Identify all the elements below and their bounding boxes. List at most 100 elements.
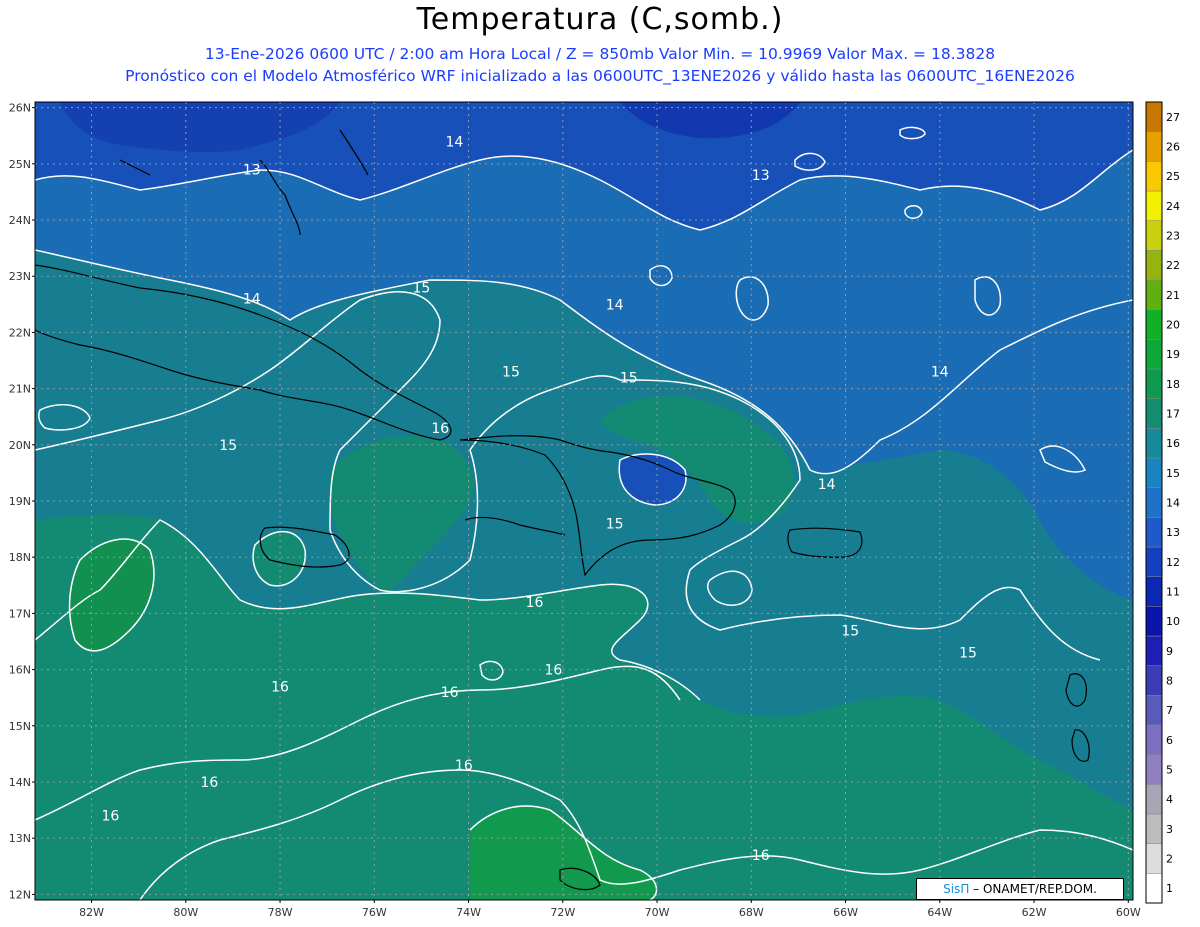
lat-label: 25N [9,158,31,171]
colorbar-label: 2 [1166,853,1173,866]
colorbar-label: 27 [1166,111,1180,124]
colorbar-label: 26 [1166,141,1180,154]
contour-label: 16 [200,775,218,791]
colorbar-label: 7 [1166,704,1173,717]
contour-label: 15 [502,365,520,381]
lat-label: 19N [9,495,31,508]
lon-label: 62W [1022,906,1047,919]
contour-label: 14 [606,297,624,313]
colorbar-label: 13 [1166,526,1180,539]
contour-label: 16 [101,809,119,825]
lon-label: 78W [268,906,293,919]
colorbar-label: 12 [1166,556,1180,569]
lon-label: 76W [362,906,387,919]
colorbar-cell [1145,190,1163,221]
colorbar-cell [1145,606,1163,637]
contour-label: 13 [752,168,770,184]
colorbar-cell [1145,398,1163,429]
contour-label: 15 [841,623,859,639]
temperature-map: 13 14 13 14 15 14 15 15 14 16 15 14 15 16 15 15 16 16 16 16… [9,101,1180,919]
contour-label: 15 [413,280,431,296]
latitude-labels: 26N 25N 24N 23N 22N 21N 20N 19N 18N 17N 16N 15N 14N 1… [9,102,35,901]
colorbar-cell [1145,635,1163,666]
contour-label: 16 [431,421,449,437]
lat-label: 16N [9,664,31,677]
colorbar-label: 3 [1166,823,1173,836]
lat-label: 24N [9,214,31,227]
colorbar-cell [1145,101,1163,132]
lat-label: 22N [9,326,31,339]
colorbar-label: 20 [1166,319,1180,332]
colorbar-label: 18 [1166,378,1180,391]
lon-label: 70W [645,906,670,919]
lon-label: 74W [456,906,481,919]
lat-label: 17N [9,607,31,620]
lon-label: 66W [833,906,858,919]
colorbar-label: 14 [1166,497,1180,510]
contour-label: 14 [931,365,949,381]
colorbar-cell [1145,517,1163,548]
contour-label: 13 [243,162,261,178]
colorbar-label: 19 [1166,348,1180,361]
contour-label: 15 [620,370,638,386]
lon-label: 68W [739,906,764,919]
colorbar-label: 8 [1166,675,1173,688]
colorbar-cell [1145,576,1163,607]
colorbar-label: 21 [1166,289,1180,302]
colorbar-label: 16 [1166,437,1180,450]
colorbar-cell [1145,339,1163,370]
lat-label: 14N [9,776,31,789]
lon-label: 64W [927,906,952,919]
lon-label: 82W [79,906,104,919]
colorbar-label: 9 [1166,645,1173,658]
lat-label: 13N [9,832,31,845]
colorbar: 1234567891011121314151617181920212223242… [1145,101,1180,904]
longitude-labels: 82W 80W 78W 76W 74W 72W 70W 68W 66W 64W 62W 60W [79,900,1141,919]
contour-label: 16 [455,758,473,774]
colorbar-cell [1145,843,1163,874]
colorbar-label: 22 [1166,259,1180,272]
colorbar-label: 15 [1166,467,1180,480]
colorbar-label: 23 [1166,230,1180,243]
contour-label: 14 [445,134,463,150]
contour-label: 16 [526,595,544,611]
colorbar-cell [1145,784,1163,815]
contour-label: 16 [441,685,459,701]
contour-label: 15 [606,516,624,532]
lon-label: 60W [1116,906,1141,919]
colorbar-cell [1145,665,1163,696]
lat-label: 12N [9,888,31,901]
colorbar-label: 6 [1166,734,1173,747]
colorbar-label: 10 [1166,615,1180,628]
colorbar-label: 4 [1166,793,1173,806]
colorbar-cell [1145,220,1163,251]
colorbar-cell [1145,161,1163,192]
lat-label: 21N [9,383,31,396]
credit-brand: SisΠ [943,882,970,896]
colorbar-cell [1145,873,1163,904]
contour-label: 15 [959,646,977,662]
colorbar-cell [1145,457,1163,488]
contour-label: 16 [752,848,770,864]
colorbar-label: 5 [1166,764,1173,777]
contour-label: 16 [544,663,562,679]
colorbar-cell [1145,754,1163,785]
lat-label: 18N [9,551,31,564]
lon-label: 72W [550,906,575,919]
colorbar-cell [1145,250,1163,281]
lat-label: 20N [9,439,31,452]
contour-label: 14 [243,292,261,308]
colorbar-cell [1145,368,1163,399]
credit-text: – ONAMET/REP.DOM. [973,882,1097,896]
colorbar-cell [1145,546,1163,577]
colorbar-cell [1145,724,1163,755]
colorbar-cell [1145,487,1163,518]
colorbar-cell [1145,428,1163,459]
lat-label: 26N [9,102,31,115]
colorbar-label: 25 [1166,170,1180,183]
colorbar-label: 17 [1166,408,1180,421]
colorbar-cell [1145,131,1163,162]
colorbar-cell [1145,695,1163,726]
colorbar-cell [1145,813,1163,844]
colorbar-cell [1145,279,1163,310]
